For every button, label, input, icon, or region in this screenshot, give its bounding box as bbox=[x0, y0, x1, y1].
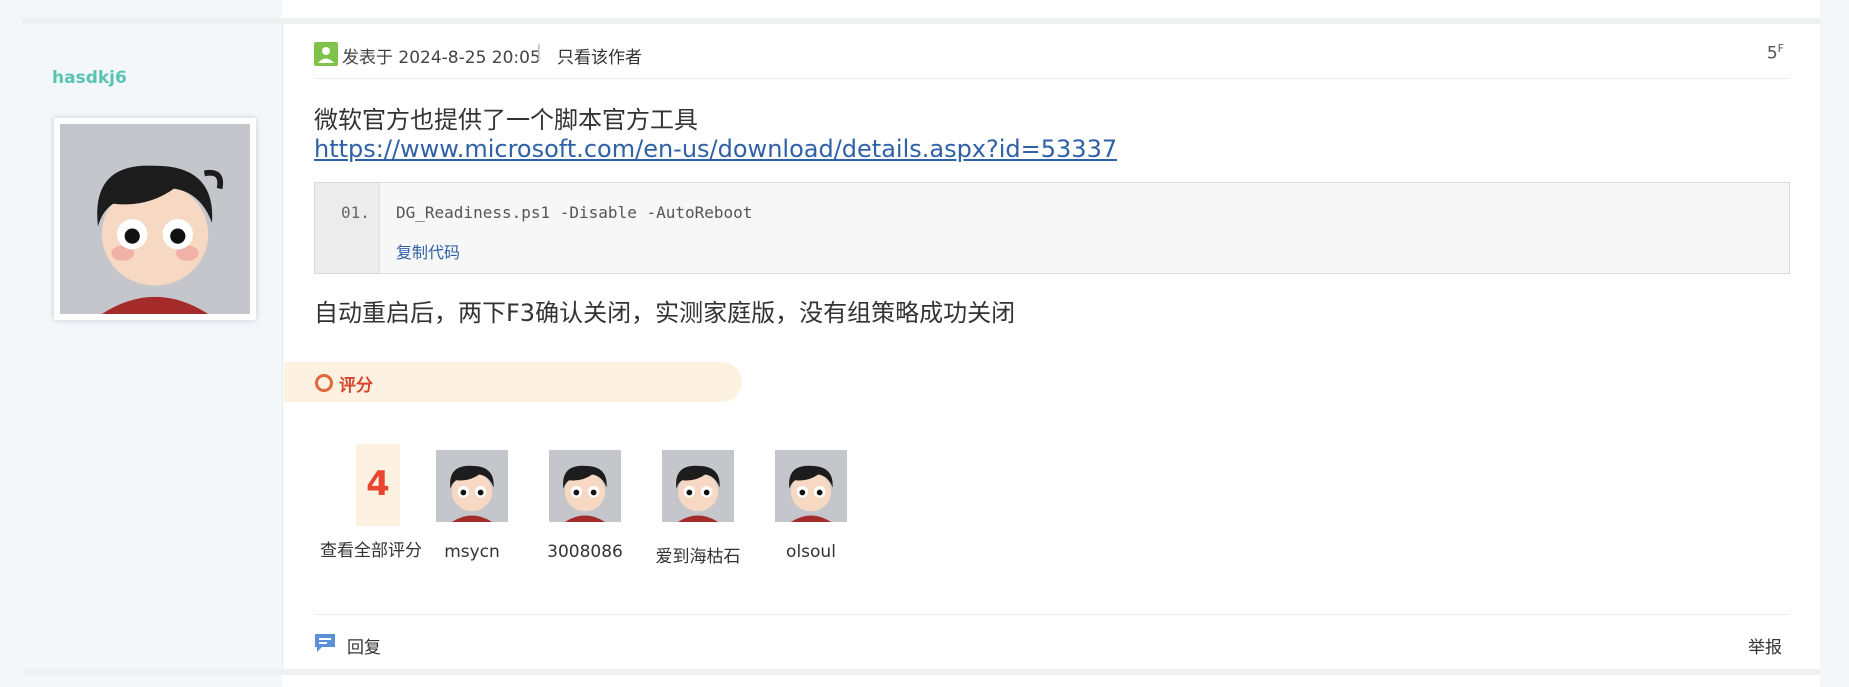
rater-item[interactable]: msycn bbox=[412, 450, 532, 562]
rater-avatar[interactable] bbox=[775, 450, 847, 522]
code-line: DG_Readiness.ps1 -Disable -AutoReboot bbox=[396, 203, 753, 222]
avatar-cartoon-icon bbox=[549, 450, 621, 522]
rater-name[interactable]: msycn bbox=[412, 542, 532, 562]
post-header: 发表于 2024-8-25 20:05 | 只看该作者 5F bbox=[314, 24, 1790, 79]
rater-name[interactable]: olsoul bbox=[751, 542, 871, 562]
post-text-line: 微软官方也提供了一个脚本官方工具 bbox=[314, 106, 698, 134]
report-button[interactable]: 举报 bbox=[1748, 633, 1782, 658]
download-link[interactable]: https://www.microsoft.com/en-us/download… bbox=[314, 135, 1117, 163]
avatar-cartoon-icon bbox=[60, 124, 250, 314]
author-name-link[interactable]: hasdkj6 bbox=[52, 68, 127, 88]
post-body: 发表于 2024-8-25 20:05 | 只看该作者 5F 微软官方也提供了一… bbox=[284, 24, 1820, 669]
rating-ring-icon bbox=[315, 374, 333, 392]
avatar-cartoon-icon bbox=[436, 450, 508, 522]
rating-score-box: 4 bbox=[356, 444, 400, 526]
avatar-cartoon-icon bbox=[775, 450, 847, 522]
rater-avatar[interactable] bbox=[549, 450, 621, 522]
author-sidebar: hasdkj6 bbox=[22, 24, 283, 669]
only-author-link[interactable]: 只看该作者 bbox=[557, 43, 642, 68]
rater-item[interactable]: 爱到海枯石 bbox=[638, 450, 758, 567]
floor-number: 5F bbox=[1766, 42, 1784, 64]
thread-page: hasdkj6 发表于 2024-8-25 20:05 | 只看该作者 5F 微… bbox=[22, 0, 1820, 687]
rater-item[interactable]: olsoul bbox=[751, 450, 871, 562]
rating-header: 评分 bbox=[284, 362, 742, 402]
author-avatar[interactable] bbox=[54, 118, 256, 320]
user-online-icon bbox=[314, 42, 338, 66]
post-timestamp: 发表于 2024-8-25 20:05 bbox=[342, 48, 541, 68]
rater-name[interactable]: 爱到海枯石 bbox=[638, 542, 758, 567]
post-footer: 回复 举报 bbox=[314, 614, 1790, 670]
reply-icon[interactable] bbox=[314, 633, 336, 653]
rater-avatar[interactable] bbox=[662, 450, 734, 522]
copy-code-button[interactable]: 复制代码 bbox=[396, 239, 460, 263]
rating-label: 评分 bbox=[339, 376, 373, 396]
next-post-edge bbox=[22, 675, 1820, 687]
view-all-ratings-link[interactable]: 查看全部评分 bbox=[320, 536, 422, 561]
rater-name[interactable]: 3008086 bbox=[525, 542, 645, 562]
previous-post-edge bbox=[22, 0, 1820, 18]
code-line-number: 01. bbox=[341, 203, 370, 222]
post-text-line: 自动重启后，两下F3确认关闭，实测家庭版，没有组策略成功关闭 bbox=[314, 299, 1016, 327]
code-gutter: 01. bbox=[315, 183, 380, 273]
avatar-cartoon-icon bbox=[662, 450, 734, 522]
rater-avatar[interactable] bbox=[436, 450, 508, 522]
code-block: 01. DG_Readiness.ps1 -Disable -AutoReboo… bbox=[314, 182, 1790, 274]
rater-item[interactable]: 3008086 bbox=[525, 450, 645, 562]
header-separator: | bbox=[536, 42, 542, 62]
rating-score: 4 bbox=[366, 464, 390, 504]
reply-button[interactable]: 回复 bbox=[347, 633, 381, 658]
